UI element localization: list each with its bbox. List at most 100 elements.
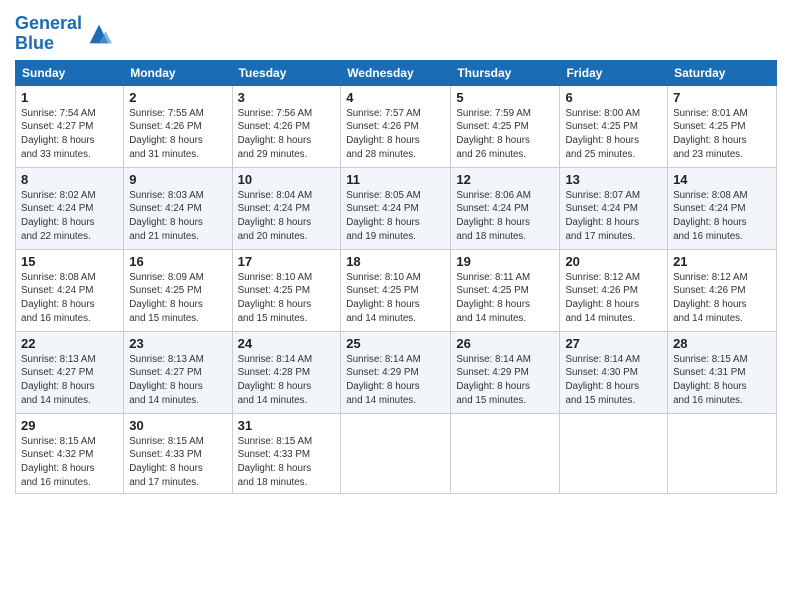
calendar-cell: 27 Sunrise: 8:14 AM Sunset: 4:30 PM Dayli… (560, 331, 668, 413)
logo: General Blue (15, 14, 113, 54)
day-info: Sunrise: 8:13 AM Sunset: 4:27 PM Dayligh… (21, 353, 118, 408)
calendar-cell: 19 Sunrise: 8:11 AM Sunset: 4:25 PM Dayli… (451, 249, 560, 331)
day-info: Sunrise: 7:54 AM Sunset: 4:27 PM Dayligh… (21, 107, 118, 162)
calendar-cell: 4 Sunrise: 7:57 AM Sunset: 4:26 PM Daylig… (341, 85, 451, 167)
calendar-cell: 2 Sunrise: 7:55 AM Sunset: 4:26 PM Daylig… (124, 85, 232, 167)
calendar-cell (451, 413, 560, 494)
calendar-cell: 1 Sunrise: 7:54 AM Sunset: 4:27 PM Daylig… (16, 85, 124, 167)
week-row-3: 15 Sunrise: 8:08 AM Sunset: 4:24 PM Dayli… (16, 249, 777, 331)
day-number: 2 (129, 90, 226, 105)
day-info: Sunrise: 8:15 AM Sunset: 4:31 PM Dayligh… (673, 353, 771, 408)
calendar-cell: 13 Sunrise: 8:07 AM Sunset: 4:24 PM Dayli… (560, 167, 668, 249)
day-number: 9 (129, 172, 226, 187)
day-number: 6 (565, 90, 662, 105)
day-info: Sunrise: 7:55 AM Sunset: 4:26 PM Dayligh… (129, 107, 226, 162)
calendar-cell: 20Sunrise: 8:12 AM Sunset: 4:26 PM Dayli… (560, 249, 668, 331)
week-row-2: 8 Sunrise: 8:02 AM Sunset: 4:24 PM Daylig… (16, 167, 777, 249)
weekday-sunday: Sunday (16, 60, 124, 85)
day-number: 27 (565, 336, 662, 351)
day-number: 11 (346, 172, 445, 187)
day-number: 26 (456, 336, 554, 351)
day-number: 23 (129, 336, 226, 351)
weekday-wednesday: Wednesday (341, 60, 451, 85)
calendar-cell (341, 413, 451, 494)
calendar-cell (560, 413, 668, 494)
calendar-cell: 30Sunrise: 8:15 AM Sunset: 4:33 PM Dayli… (124, 413, 232, 494)
calendar-cell: 23 Sunrise: 8:13 AM Sunset: 4:27 PM Dayli… (124, 331, 232, 413)
day-number: 13 (565, 172, 662, 187)
day-info: Sunrise: 8:10 AM Sunset: 4:25 PM Dayligh… (238, 271, 336, 326)
day-number: 17 (238, 254, 336, 269)
day-number: 7 (673, 90, 771, 105)
day-info: Sunrise: 8:09 AM Sunset: 4:25 PM Dayligh… (129, 271, 226, 326)
calendar-cell: 16 Sunrise: 8:09 AM Sunset: 4:25 PM Dayli… (124, 249, 232, 331)
day-info: Sunrise: 8:14 AM Sunset: 4:29 PM Dayligh… (346, 353, 445, 408)
day-info: Sunrise: 7:56 AM Sunset: 4:26 PM Dayligh… (238, 107, 336, 162)
week-row-5: 29 Sunrise: 8:15 AM Sunset: 4:32 PM Dayli… (16, 413, 777, 494)
day-number: 8 (21, 172, 118, 187)
day-info: Sunrise: 8:15 AM Sunset: 4:33 PM Dayligh… (129, 435, 226, 490)
calendar-cell (668, 413, 777, 494)
day-info: Sunrise: 7:57 AM Sunset: 4:26 PM Dayligh… (346, 107, 445, 162)
day-number: 28 (673, 336, 771, 351)
day-info: Sunrise: 8:14 AM Sunset: 4:28 PM Dayligh… (238, 353, 336, 408)
weekday-saturday: Saturday (668, 60, 777, 85)
day-number: 20 (565, 254, 662, 269)
logo-general: General (15, 13, 82, 33)
day-info: Sunrise: 8:15 AM Sunset: 4:33 PM Dayligh… (238, 435, 336, 490)
calendar-cell: 9Sunrise: 8:03 AM Sunset: 4:24 PM Daylig… (124, 167, 232, 249)
day-number: 4 (346, 90, 445, 105)
calendar-cell: 21 Sunrise: 8:12 AM Sunset: 4:26 PM Dayli… (668, 249, 777, 331)
day-number: 21 (673, 254, 771, 269)
day-info: Sunrise: 8:04 AM Sunset: 4:24 PM Dayligh… (238, 189, 336, 244)
day-number: 14 (673, 172, 771, 187)
calendar-cell: 6Sunrise: 8:00 AM Sunset: 4:25 PM Daylig… (560, 85, 668, 167)
day-info: Sunrise: 8:11 AM Sunset: 4:25 PM Dayligh… (456, 271, 554, 326)
weekday-thursday: Thursday (451, 60, 560, 85)
day-info: Sunrise: 8:02 AM Sunset: 4:24 PM Dayligh… (21, 189, 118, 244)
day-number: 3 (238, 90, 336, 105)
weekday-header-row: SundayMondayTuesdayWednesdayThursdayFrid… (16, 60, 777, 85)
calendar-cell: 29 Sunrise: 8:15 AM Sunset: 4:32 PM Dayli… (16, 413, 124, 494)
day-info: Sunrise: 8:10 AM Sunset: 4:25 PM Dayligh… (346, 271, 445, 326)
day-info: Sunrise: 8:08 AM Sunset: 4:24 PM Dayligh… (673, 189, 771, 244)
weekday-friday: Friday (560, 60, 668, 85)
week-row-1: 1 Sunrise: 7:54 AM Sunset: 4:27 PM Daylig… (16, 85, 777, 167)
calendar-cell: 10 Sunrise: 8:04 AM Sunset: 4:24 PM Dayli… (232, 167, 341, 249)
day-info: Sunrise: 8:15 AM Sunset: 4:32 PM Dayligh… (21, 435, 118, 490)
day-number: 1 (21, 90, 118, 105)
day-number: 25 (346, 336, 445, 351)
day-number: 16 (129, 254, 226, 269)
calendar-cell: 12 Sunrise: 8:06 AM Sunset: 4:24 PM Dayli… (451, 167, 560, 249)
day-info: Sunrise: 8:12 AM Sunset: 4:26 PM Dayligh… (673, 271, 771, 326)
calendar-cell: 24Sunrise: 8:14 AM Sunset: 4:28 PM Dayli… (232, 331, 341, 413)
day-number: 19 (456, 254, 554, 269)
calendar-cell: 22Sunrise: 8:13 AM Sunset: 4:27 PM Dayli… (16, 331, 124, 413)
weekday-monday: Monday (124, 60, 232, 85)
day-number: 31 (238, 418, 336, 433)
weekday-tuesday: Tuesday (232, 60, 341, 85)
day-number: 5 (456, 90, 554, 105)
day-info: Sunrise: 7:59 AM Sunset: 4:25 PM Dayligh… (456, 107, 554, 162)
page: General Blue SundayMondayTuesdayWednesda… (0, 0, 792, 612)
day-info: Sunrise: 8:14 AM Sunset: 4:30 PM Dayligh… (565, 353, 662, 408)
calendar-cell: 18Sunrise: 8:10 AM Sunset: 4:25 PM Dayli… (341, 249, 451, 331)
logo-icon (85, 20, 113, 48)
day-info: Sunrise: 8:05 AM Sunset: 4:24 PM Dayligh… (346, 189, 445, 244)
calendar-cell: 11 Sunrise: 8:05 AM Sunset: 4:24 PM Dayli… (341, 167, 451, 249)
day-info: Sunrise: 8:13 AM Sunset: 4:27 PM Dayligh… (129, 353, 226, 408)
day-number: 15 (21, 254, 118, 269)
calendar-cell: 8 Sunrise: 8:02 AM Sunset: 4:24 PM Daylig… (16, 167, 124, 249)
calendar-cell: 7 Sunrise: 8:01 AM Sunset: 4:25 PM Daylig… (668, 85, 777, 167)
week-row-4: 22Sunrise: 8:13 AM Sunset: 4:27 PM Dayli… (16, 331, 777, 413)
day-info: Sunrise: 8:06 AM Sunset: 4:24 PM Dayligh… (456, 189, 554, 244)
day-number: 29 (21, 418, 118, 433)
day-info: Sunrise: 8:01 AM Sunset: 4:25 PM Dayligh… (673, 107, 771, 162)
day-number: 12 (456, 172, 554, 187)
calendar-cell: 26Sunrise: 8:14 AM Sunset: 4:29 PM Dayli… (451, 331, 560, 413)
calendar-cell: 17 Sunrise: 8:10 AM Sunset: 4:25 PM Dayli… (232, 249, 341, 331)
day-number: 10 (238, 172, 336, 187)
day-info: Sunrise: 8:07 AM Sunset: 4:24 PM Dayligh… (565, 189, 662, 244)
calendar-cell: 14 Sunrise: 8:08 AM Sunset: 4:24 PM Dayli… (668, 167, 777, 249)
day-info: Sunrise: 8:08 AM Sunset: 4:24 PM Dayligh… (21, 271, 118, 326)
